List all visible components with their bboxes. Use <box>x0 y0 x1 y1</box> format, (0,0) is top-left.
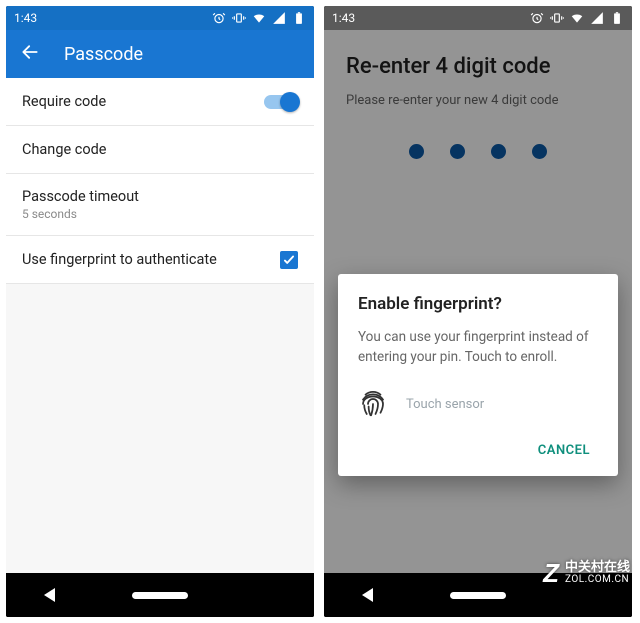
dialog-body: You can use your fingerprint instead of … <box>358 328 598 367</box>
nav-back-button[interactable] <box>44 588 55 602</box>
status-icons <box>530 11 624 25</box>
row-sub: 5 seconds <box>22 207 77 221</box>
reenter-screen: Re-enter 4 digit code Please re-enter yo… <box>324 30 632 573</box>
empty-area <box>6 284 314 573</box>
status-time: 1:43 <box>14 11 37 25</box>
status-bar: 1:43 <box>6 6 314 30</box>
signal-icon <box>272 11 286 25</box>
status-bar: 1:43 <box>324 6 632 30</box>
row-label: Change code <box>22 141 106 158</box>
nav-back-button[interactable] <box>362 588 373 602</box>
app-title: Passcode <box>64 44 143 65</box>
row-label: Use fingerprint to authenticate <box>22 251 217 268</box>
row-require-code[interactable]: Require code <box>6 78 314 126</box>
watermark-logo: Z <box>543 558 559 589</box>
back-icon[interactable] <box>20 42 40 67</box>
fingerprint-sensor-row[interactable]: Touch sensor <box>358 389 598 419</box>
wifi-icon <box>252 11 266 25</box>
phone-right: 1:43 Re-enter 4 digit code Please re-ent… <box>324 6 632 617</box>
cancel-button[interactable]: CANCEL <box>530 433 598 468</box>
phone-left: 1:43 Passcode Require code Change code <box>6 6 314 617</box>
battery-icon <box>292 11 306 25</box>
signal-icon <box>590 11 604 25</box>
vibrate-icon <box>550 11 564 25</box>
dialog-title: Enable fingerprint? <box>358 294 598 314</box>
row-label: Passcode timeout <box>22 188 139 205</box>
watermark: Z 中关村在线 ZOL.COM.CN <box>543 558 630 589</box>
status-time: 1:43 <box>332 11 355 25</box>
watermark-url: ZOL.COM.CN <box>565 575 630 586</box>
dialog-enable-fingerprint: Enable fingerprint? You can use your fin… <box>338 274 618 476</box>
nav-home-pill[interactable] <box>450 592 506 599</box>
row-passcode-timeout[interactable]: Passcode timeout 5 seconds <box>6 174 314 236</box>
sensor-label: Touch sensor <box>406 397 484 412</box>
battery-icon <box>610 11 624 25</box>
vibrate-icon <box>232 11 246 25</box>
status-icons <box>212 11 306 25</box>
toggle-require-code[interactable] <box>264 95 298 109</box>
settings-list: Require code Change code Passcode timeou… <box>6 78 314 573</box>
app-bar: Passcode <box>6 30 314 78</box>
wifi-icon <box>570 11 584 25</box>
row-use-fingerprint[interactable]: Use fingerprint to authenticate <box>6 236 314 284</box>
row-change-code[interactable]: Change code <box>6 126 314 174</box>
checkbox-fingerprint[interactable] <box>280 251 298 269</box>
fingerprint-icon <box>358 389 388 419</box>
nav-home-pill[interactable] <box>132 592 188 599</box>
alarm-icon <box>212 11 226 25</box>
android-nav-bar <box>6 573 314 617</box>
row-label: Require code <box>22 93 106 110</box>
alarm-icon <box>530 11 544 25</box>
